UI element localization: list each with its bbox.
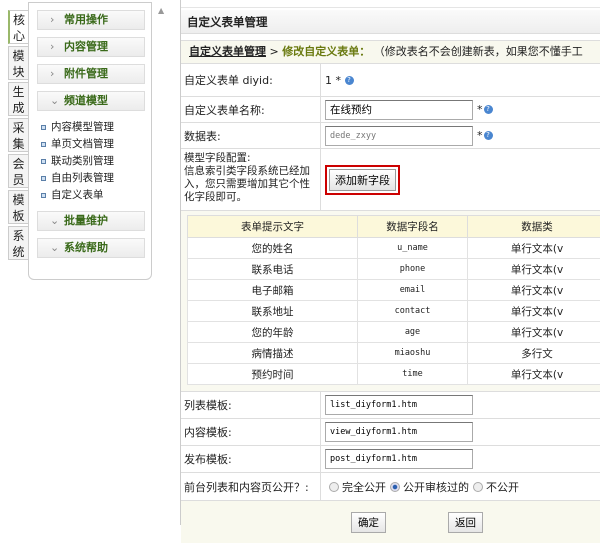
- back-button[interactable]: 返回: [448, 512, 483, 533]
- bullet-icon: [41, 193, 46, 198]
- post-template-input[interactable]: [325, 449, 473, 469]
- bullet-icon: [41, 176, 46, 181]
- field-type: 单行文本(v: [468, 280, 600, 301]
- tab-core[interactable]: 核心: [8, 10, 28, 44]
- chevron-down-icon: ⌄: [50, 92, 64, 110]
- group-attachment[interactable]: ›附件管理: [37, 64, 145, 84]
- bullet-icon: [41, 159, 46, 164]
- breadcrumb: 自定义表单管理 > 修改自定义表单： （修改表名不会创建新表，如果您不懂手工: [181, 40, 600, 64]
- chevron-right-icon: ›: [50, 38, 64, 56]
- table-name-input[interactable]: [325, 126, 473, 146]
- field-label: 预约时间: [188, 364, 358, 385]
- row-name: 自定义表单名称: *?: [181, 97, 600, 123]
- row-post-template: 发布模板:: [181, 446, 600, 473]
- field-type: 单行文本(v: [468, 301, 600, 322]
- sidebar-item-content-model[interactable]: 内容模型管理: [41, 119, 151, 136]
- scroll-up-arrow-icon[interactable]: ▲: [158, 6, 164, 15]
- main-panel: 自定义表单管理 自定义表单管理 > 修改自定义表单： （修改表名不会创建新表，如…: [180, 0, 600, 525]
- row-diyid: 自定义表单 diyid: 1 * ?: [181, 64, 600, 97]
- add-field-highlight: 添加新字段: [325, 165, 400, 195]
- list-template-input[interactable]: [325, 395, 473, 415]
- radio-public-approved[interactable]: [390, 482, 400, 492]
- field-row: 病情描述miaoshu多行文: [188, 343, 600, 364]
- field-name: email: [358, 280, 468, 301]
- help-icon[interactable]: ?: [484, 131, 493, 140]
- chevron-down-icon: ⌄: [50, 212, 64, 230]
- field-type: 单行文本(v: [468, 322, 600, 343]
- field-row: 您的姓名u_name单行文本(v: [188, 238, 600, 259]
- field-name: miaoshu: [358, 343, 468, 364]
- field-label: 联系电话: [188, 259, 358, 280]
- tab-collect[interactable]: 采集: [8, 118, 28, 152]
- form-actions: 确定 返回: [181, 501, 600, 543]
- radio-not-public[interactable]: [473, 482, 483, 492]
- group-batch[interactable]: ⌄批量维护: [37, 211, 145, 231]
- field-row: 电子邮箱email单行文本(v: [188, 280, 600, 301]
- field-row: 预约时间time单行文本(v: [188, 364, 600, 385]
- field-label: 您的姓名: [188, 238, 358, 259]
- field-type: 单行文本(v: [468, 259, 600, 280]
- field-type: 多行文: [468, 343, 600, 364]
- tab-member[interactable]: 会员: [8, 154, 28, 188]
- chevron-right-icon: ›: [50, 11, 64, 29]
- field-name: time: [358, 364, 468, 385]
- sidebar: ›常用操作 ›内容管理 ›附件管理 ⌄频道模型 内容模型管理 单页文档管理 联动…: [28, 2, 152, 280]
- form-name-input[interactable]: [325, 100, 473, 120]
- field-row: 联系地址contact单行文本(v: [188, 301, 600, 322]
- row-public: 前台列表和内容页公开？: 完全公开 公开审核过的 不公开: [181, 473, 600, 501]
- fields-table: 表单提示文字数据字段名数据类 您的姓名u_name单行文本(v联系电话phone…: [187, 215, 600, 385]
- sidebar-item-single-page[interactable]: 单页文档管理: [41, 136, 151, 153]
- group-channel-model[interactable]: ⌄频道模型: [37, 91, 145, 111]
- bullet-icon: [41, 125, 46, 130]
- row-table: 数据表: *?: [181, 123, 600, 149]
- fields-table-wrap: 表单提示文字数据字段名数据类 您的姓名u_name单行文本(v联系电话phone…: [181, 211, 600, 392]
- page-title: 自定义表单管理: [181, 10, 600, 34]
- chevron-down-icon: ⌄: [50, 239, 64, 257]
- group-content[interactable]: ›内容管理: [37, 37, 145, 57]
- tab-generate[interactable]: 生成: [8, 82, 28, 116]
- help-icon[interactable]: ?: [484, 105, 493, 114]
- tab-module[interactable]: 模块: [8, 46, 28, 80]
- help-icon[interactable]: ?: [345, 76, 354, 85]
- field-type: 单行文本(v: [468, 238, 600, 259]
- field-row: 您的年龄age单行文本(v: [188, 322, 600, 343]
- field-name: u_name: [358, 238, 468, 259]
- bullet-icon: [41, 142, 46, 147]
- breadcrumb-link[interactable]: 自定义表单管理: [189, 45, 266, 58]
- field-label: 联系地址: [188, 301, 358, 322]
- row-view-template: 内容模板:: [181, 419, 600, 446]
- group-help[interactable]: ⌄系统帮助: [37, 238, 145, 258]
- sidebar-item-free-list[interactable]: 自由列表管理: [41, 170, 151, 187]
- field-type: 单行文本(v: [468, 364, 600, 385]
- field-name: contact: [358, 301, 468, 322]
- field-row: 联系电话phone单行文本(v: [188, 259, 600, 280]
- module-tabs: 核心 模块 生成 采集 会员 模板 系统: [8, 10, 28, 262]
- sidebar-item-linkage[interactable]: 联动类别管理: [41, 153, 151, 170]
- row-list-template: 列表模板:: [181, 392, 600, 419]
- confirm-button[interactable]: 确定: [351, 512, 386, 533]
- field-name: phone: [358, 259, 468, 280]
- field-name: age: [358, 322, 468, 343]
- field-label: 电子邮箱: [188, 280, 358, 301]
- row-field-config: 模型字段配置:信息索引类字段系统已经加入，您只需要增加其它个性化字段即可。 添加…: [181, 149, 600, 211]
- field-label: 病情描述: [188, 343, 358, 364]
- field-label: 您的年龄: [188, 322, 358, 343]
- view-template-input[interactable]: [325, 422, 473, 442]
- tab-system[interactable]: 系统: [8, 226, 28, 260]
- group-common[interactable]: ›常用操作: [37, 10, 145, 30]
- sidebar-item-custom-form[interactable]: 自定义表单: [41, 187, 151, 204]
- chevron-right-icon: ›: [50, 65, 64, 83]
- radio-fully-public[interactable]: [329, 482, 339, 492]
- add-field-button[interactable]: 添加新字段: [329, 169, 396, 191]
- tab-template[interactable]: 模板: [8, 190, 28, 224]
